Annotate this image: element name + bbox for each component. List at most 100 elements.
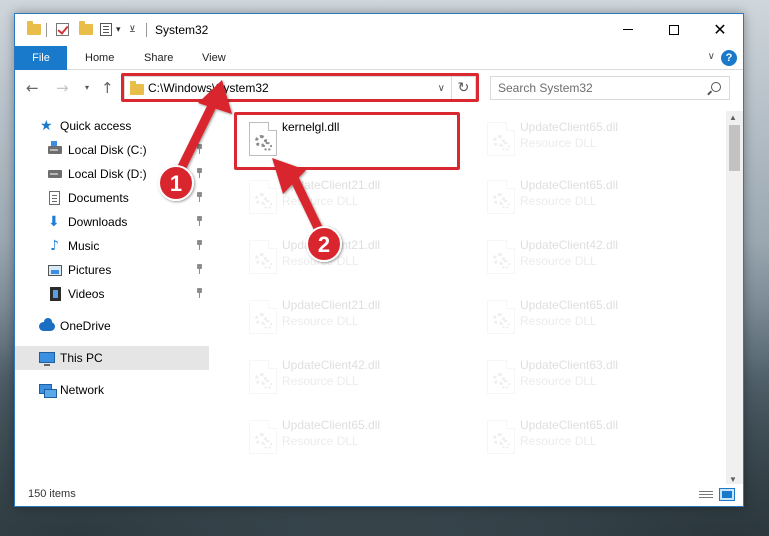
new-folder-icon[interactable]	[79, 21, 93, 35]
vertical-scrollbar[interactable]: ▲ ▼	[726, 111, 743, 486]
back-button[interactable]: ←	[26, 79, 39, 97]
videos-icon	[50, 287, 61, 301]
file-description: Resource DLL	[520, 254, 597, 268]
file-name: UpdateClient65.dll	[282, 418, 381, 432]
sidebar-item-label: Local Disk (D:)	[68, 167, 147, 181]
pin-icon	[196, 144, 203, 154]
file-item[interactable]: UpdateClient42.dll Resource DLL	[471, 232, 701, 284]
maximize-button[interactable]	[651, 14, 697, 45]
file-name: UpdateClient63.dll	[520, 358, 619, 372]
maximize-icon	[669, 24, 679, 35]
onedrive-icon	[39, 318, 55, 331]
search-input[interactable]: Search System32	[498, 81, 593, 95]
sidebar-item-label: Downloads	[68, 215, 128, 229]
minimize-button[interactable]	[605, 14, 651, 45]
sidebar-item-label: Pictures	[68, 263, 112, 277]
tab-home[interactable]: Home	[85, 46, 114, 70]
sidebar-item-label: OneDrive	[60, 319, 111, 333]
address-text[interactable]: C:\Windows\System32	[148, 81, 269, 95]
downloads-icon: ⬇	[48, 214, 60, 230]
toolbar-separator	[146, 23, 147, 37]
search-icon[interactable]	[711, 82, 721, 92]
details-view-icon[interactable]	[699, 489, 713, 501]
file-item[interactable]: UpdateClient65.dll Resource DLL	[471, 114, 701, 166]
file-name: kernelgl.dll	[282, 120, 340, 134]
file-description: Resource DLL	[282, 434, 359, 448]
sidebar-item-music[interactable]: ♪ Music	[15, 234, 209, 258]
sidebar-item-documents[interactable]: Documents	[15, 186, 209, 210]
quick-access-chevron-icon[interactable]: ▾	[116, 24, 121, 40]
dll-file-icon	[487, 300, 515, 334]
close-icon: ✕	[713, 20, 727, 39]
sidebar-item-label: Videos	[68, 287, 105, 301]
sidebar-item-quick-access[interactable]: ★ Quick access	[15, 114, 209, 138]
folder-icon	[130, 81, 144, 95]
refresh-button[interactable]: ↻	[451, 77, 475, 99]
file-item[interactable]: UpdateClient21.dll Resource DLL	[233, 292, 463, 344]
sidebar-item-local-disk-c[interactable]: Local Disk (C:)	[15, 138, 209, 162]
file-item[interactable]: UpdateClient21.dll Resource DLL	[233, 172, 463, 224]
pictures-icon	[48, 265, 62, 276]
item-count: 150 items	[28, 488, 76, 500]
up-button[interactable]: ↑	[101, 79, 114, 97]
properties-icon[interactable]	[100, 23, 112, 36]
file-item[interactable]: UpdateClient65.dll Resource DLL	[471, 292, 701, 344]
toolbar-separator	[46, 23, 47, 37]
pin-icon	[196, 240, 203, 250]
ribbon-expand-chevron-icon[interactable]: ∨	[708, 51, 715, 62]
drive-c-icon	[48, 141, 62, 154]
file-item[interactable]: UpdateClient65.dll Resource DLL	[233, 412, 463, 464]
sidebar-item-label: This PC	[60, 351, 103, 365]
file-description: Resource DLL	[282, 194, 359, 208]
file-description: Resource DLL	[282, 374, 359, 388]
sidebar-item-onedrive[interactable]: OneDrive	[15, 314, 209, 338]
file-item[interactable]: UpdateClient65.dll Resource DLL	[471, 412, 701, 464]
sidebar-item-videos[interactable]: Videos	[15, 282, 209, 306]
file-description: Resource DLL	[282, 314, 359, 328]
scroll-up-icon[interactable]: ▲	[729, 113, 737, 122]
address-bar[interactable]: C:\Windows\System32 ∨ ↻	[124, 76, 476, 100]
sidebar-item-network[interactable]: Network	[15, 378, 209, 402]
file-description: Resource DLL	[282, 254, 359, 268]
scroll-down-icon[interactable]: ▼	[729, 475, 737, 484]
file-item[interactable]: UpdateClient65.dll Resource DLL	[471, 172, 701, 224]
sidebar-item-local-disk-d[interactable]: Local Disk (D:)	[15, 162, 209, 186]
tab-file[interactable]: File	[15, 46, 67, 70]
folder-icon[interactable]	[27, 21, 41, 35]
close-button[interactable]: ✕	[697, 14, 743, 45]
file-item[interactable]: UpdateClient42.dll Resource DLL	[233, 352, 463, 404]
customize-toolbar-icon[interactable]: ⊻	[129, 24, 136, 40]
properties-check-icon[interactable]	[56, 23, 69, 36]
dll-file-icon	[249, 240, 277, 274]
file-item[interactable]: UpdateClient63.dll Resource DLL	[471, 352, 701, 404]
pin-icon	[196, 216, 203, 226]
file-description: Resource DLL	[520, 434, 597, 448]
file-item[interactable]: UpdateClient21.dll Resource DLL	[233, 232, 463, 284]
file-name: UpdateClient65.dll	[520, 418, 619, 432]
file-item-kernelgl[interactable]: kernelgl.dll	[233, 114, 463, 166]
tab-view[interactable]: View	[202, 46, 226, 70]
dll-file-icon	[249, 122, 277, 156]
sidebar-item-downloads[interactable]: ⬇ Downloads	[15, 210, 209, 234]
sidebar-item-pictures[interactable]: Pictures	[15, 258, 209, 282]
sidebar-item-this-pc[interactable]: This PC	[15, 346, 209, 370]
search-box[interactable]: Search System32	[490, 76, 730, 100]
documents-icon	[49, 191, 60, 205]
dll-file-icon	[487, 360, 515, 394]
file-description: Resource DLL	[520, 136, 597, 150]
large-icons-view-icon[interactable]	[719, 488, 735, 501]
pin-icon	[196, 264, 203, 274]
network-icon	[39, 384, 57, 398]
file-name: UpdateClient65.dll	[520, 120, 619, 134]
forward-button[interactable]: →	[56, 79, 69, 97]
scroll-thumb[interactable]	[729, 125, 740, 171]
recent-locations-chevron-icon[interactable]: ▾	[85, 83, 89, 92]
address-dropdown-chevron-icon[interactable]: ∨	[438, 83, 445, 94]
help-icon[interactable]: ?	[721, 50, 737, 66]
file-name: UpdateClient21.dll	[282, 238, 381, 252]
tab-share[interactable]: Share	[144, 46, 173, 70]
dll-file-icon	[249, 300, 277, 334]
window-title: System32	[155, 23, 209, 37]
star-icon: ★	[40, 118, 53, 134]
file-explorer-window: ▾ ⊻ System32 ✕ File Home Share View ∨ ? …	[14, 13, 744, 507]
